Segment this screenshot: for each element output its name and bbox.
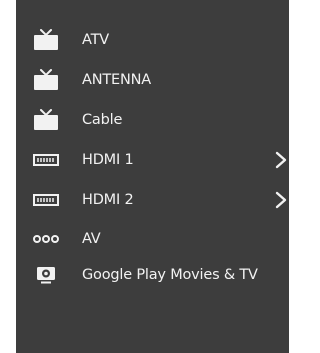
input-item-cable[interactable]: Cable — [16, 100, 289, 140]
input-item-antenna[interactable]: ANTENNA — [16, 60, 289, 100]
input-item-av[interactable]: AV — [16, 220, 289, 257]
tv-icon — [33, 69, 59, 91]
input-item-google-play-movies[interactable]: Google Play Movies & TV — [16, 257, 289, 293]
chevron-right-icon — [275, 151, 287, 169]
input-item-label: ATV — [82, 32, 109, 48]
input-item-label: HDMI 2 — [82, 192, 134, 208]
tv-icon — [33, 29, 59, 51]
av-connector-icon — [33, 228, 59, 250]
input-item-label: ANTENNA — [82, 72, 151, 88]
tv-icon — [33, 109, 59, 131]
input-source-list: ATV ANTENNA Cable HDMI 1 HDMI 2 AV Googl… — [16, 20, 289, 293]
input-item-label: HDMI 1 — [82, 152, 134, 168]
input-item-hdmi-2[interactable]: HDMI 2 — [16, 180, 289, 220]
input-source-panel: ATV ANTENNA Cable HDMI 1 HDMI 2 AV Googl… — [16, 0, 289, 353]
input-item-label: Google Play Movies & TV — [82, 267, 258, 283]
input-item-label: Cable — [82, 112, 123, 128]
hdmi-port-icon — [33, 189, 59, 211]
input-item-label: AV — [82, 230, 101, 247]
hdmi-port-icon — [33, 149, 59, 171]
input-item-atv[interactable]: ATV — [16, 20, 289, 60]
input-item-hdmi-1[interactable]: HDMI 1 — [16, 140, 289, 180]
play-movies-app-icon — [33, 264, 59, 286]
chevron-right-icon — [275, 191, 287, 209]
